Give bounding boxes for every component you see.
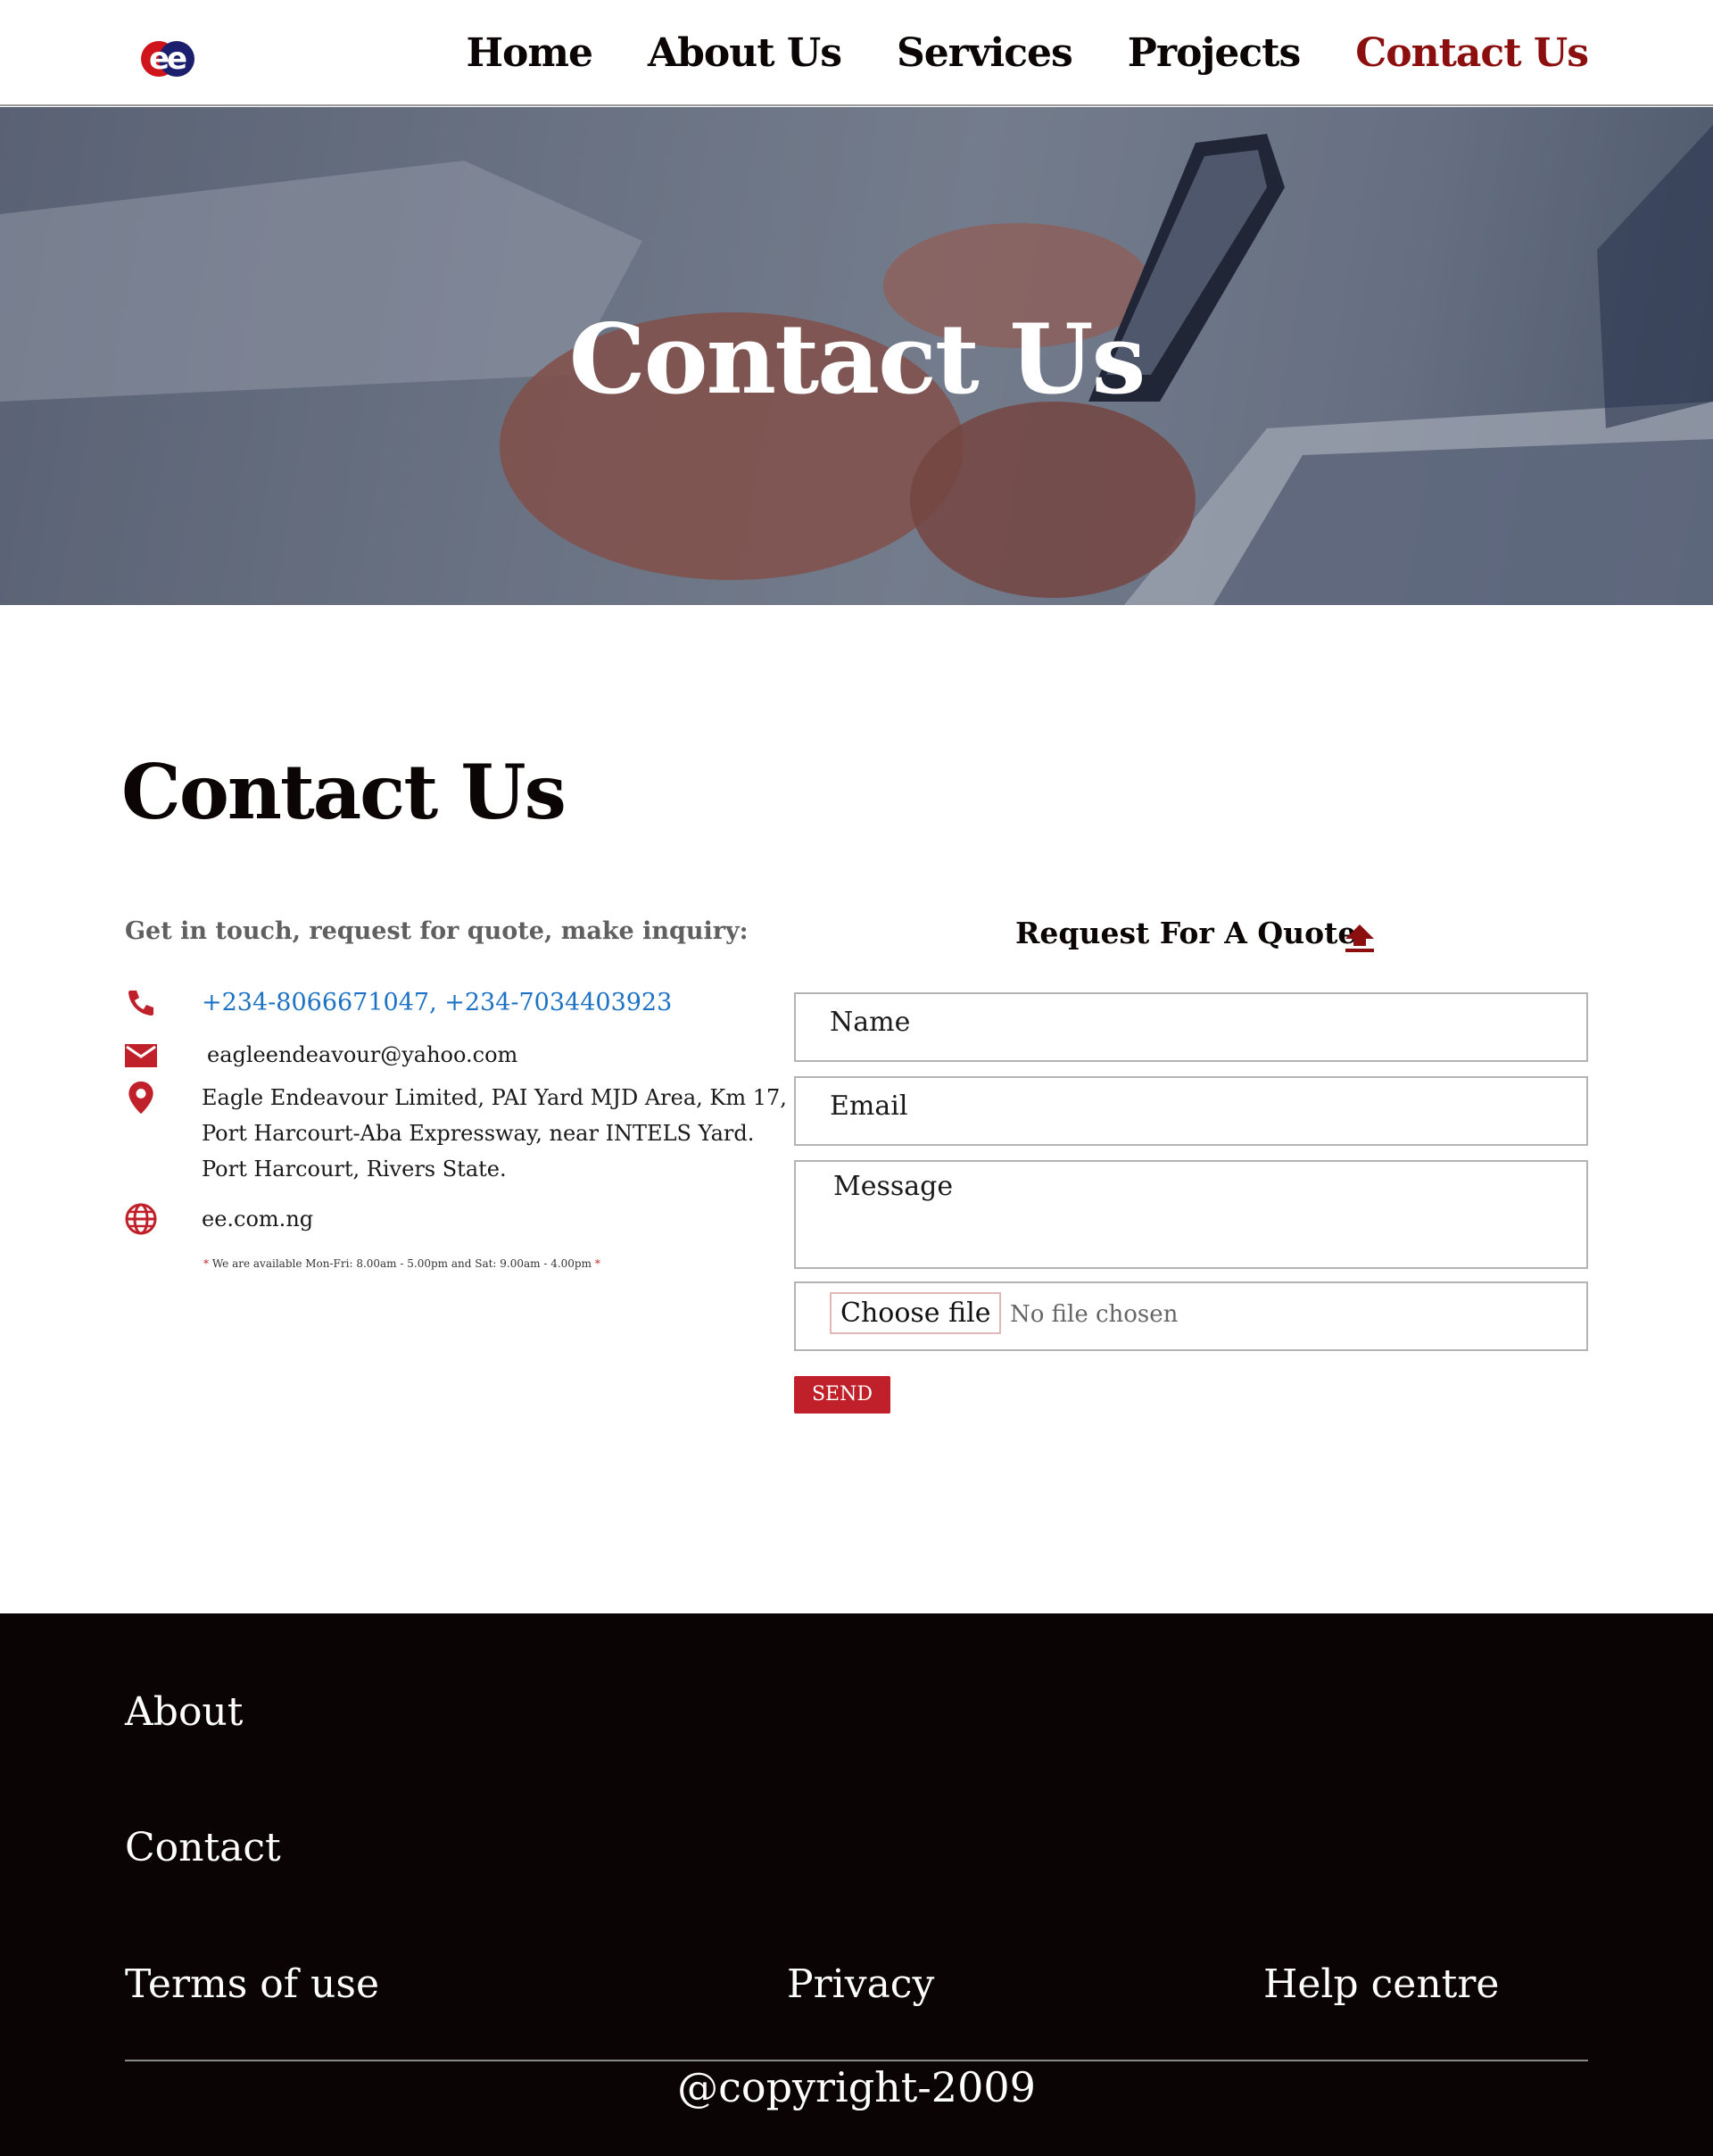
- upload-icon[interactable]: [1344, 923, 1376, 953]
- ee-logo-icon[interactable]: e e: [139, 36, 200, 82]
- website-link[interactable]: ee.com.ng: [202, 1201, 313, 1237]
- phone-icon: [128, 991, 153, 1016]
- email-field[interactable]: Email: [794, 1076, 1588, 1146]
- footer-link-terms[interactable]: Terms of use: [125, 1961, 379, 2007]
- page-title: Contact Us: [121, 748, 567, 836]
- message-field[interactable]: Message: [794, 1160, 1588, 1269]
- nav-home[interactable]: Home: [466, 30, 592, 76]
- phone-row: +234-8066671047, +234-7034403923: [123, 985, 672, 1021]
- send-button[interactable]: SEND: [794, 1376, 890, 1414]
- main-nav: Home About Us Services Projects Contact …: [410, 30, 1589, 76]
- globe-icon: [125, 1203, 157, 1235]
- svg-text:e: e: [167, 41, 187, 77]
- quote-form-title: Request For A Quote: [1015, 916, 1357, 950]
- address-line: Port Harcourt, Rivers State.: [202, 1157, 507, 1182]
- availability-note: * We are available Mon-Fri: 8.00am - 5.0…: [203, 1257, 600, 1270]
- location-pin-icon: [128, 1081, 153, 1115]
- file-upload-field: Choose file No file chosen: [794, 1281, 1588, 1351]
- site-header: e e Home About Us Services Projects Cont…: [0, 0, 1713, 106]
- nav-services[interactable]: Services: [897, 30, 1073, 76]
- footer-link-privacy[interactable]: Privacy: [787, 1961, 934, 2007]
- file-status: No file chosen: [1010, 1301, 1179, 1328]
- name-field[interactable]: Name: [794, 992, 1588, 1062]
- mail-icon: [125, 1044, 157, 1067]
- address-row: Eagle Endeavour Limited, PAI Yard MJD Ar…: [123, 1080, 787, 1187]
- website-row: ee.com.ng: [123, 1201, 313, 1237]
- footer-divider: [125, 2060, 1588, 2061]
- nav-about-us[interactable]: About Us: [648, 30, 842, 76]
- nav-contact-us[interactable]: Contact Us: [1355, 30, 1589, 76]
- email-address[interactable]: eagleendeavour@yahoo.com: [207, 1037, 517, 1073]
- email-placeholder: Email: [830, 1090, 908, 1122]
- name-placeholder: Name: [830, 1007, 911, 1038]
- address-line: Port Harcourt-Aba Expressway, near INTEL…: [202, 1121, 755, 1146]
- hero-banner: Contact Us: [0, 107, 1713, 605]
- address-block: Eagle Endeavour Limited, PAI Yard MJD Ar…: [202, 1080, 787, 1187]
- hero-title: Contact Us: [568, 303, 1146, 416]
- nav-projects[interactable]: Projects: [1128, 30, 1301, 76]
- choose-file-button[interactable]: Choose file: [830, 1292, 1002, 1334]
- message-placeholder: Message: [833, 1171, 954, 1202]
- address-line: Eagle Endeavour Limited, PAI Yard MJD Ar…: [202, 1085, 787, 1110]
- copyright-text: @copyright-2009: [677, 2063, 1036, 2111]
- phone-numbers[interactable]: +234-8066671047, +234-7034403923: [202, 985, 672, 1021]
- footer-link-help[interactable]: Help centre: [1263, 1961, 1499, 2007]
- email-row: eagleendeavour@yahoo.com: [123, 1037, 517, 1073]
- availability-text: We are available Mon-Fri: 8.00am - 5.00p…: [211, 1257, 592, 1270]
- intro-text: Get in touch, request for quote, make in…: [125, 917, 749, 945]
- footer-link-contact[interactable]: Contact: [125, 1825, 281, 1870]
- footer-link-about[interactable]: About: [125, 1689, 243, 1735]
